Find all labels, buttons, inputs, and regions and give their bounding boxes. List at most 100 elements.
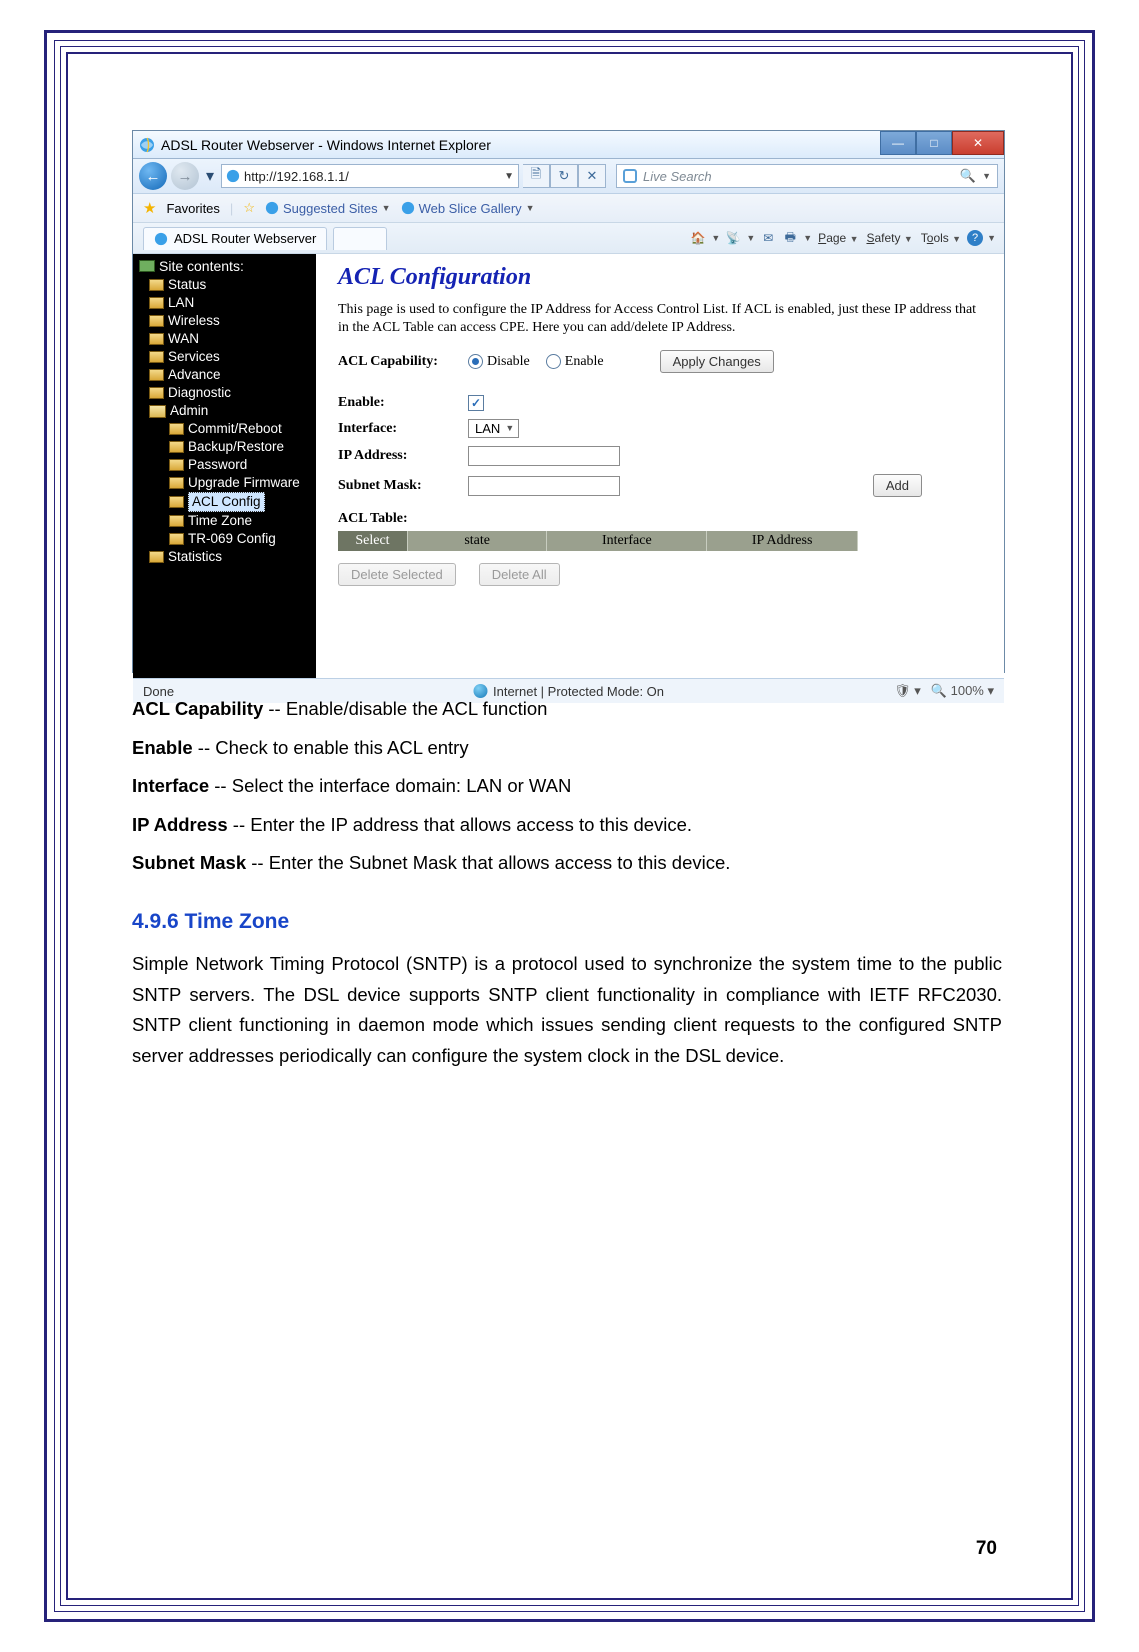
page-description: This page is used to configure the IP Ad… — [338, 301, 982, 336]
search-box[interactable]: Live Search 🔍 ▼ — [616, 164, 998, 188]
window-minimize-button[interactable]: — — [880, 131, 916, 155]
acl-table: Select state Interface IP Address — [338, 531, 858, 551]
sidebar-item-upgrade[interactable]: Upgrade Firmware — [135, 474, 314, 492]
folder-icon — [149, 369, 164, 381]
favorites-bar: ★ Favorites | ☆ Suggested Sites ▼ Web Sl… — [133, 194, 1004, 223]
chevron-down-icon[interactable]: ▼ — [982, 171, 991, 181]
print-icon[interactable]: 🖶 — [781, 229, 799, 247]
folder-icon — [149, 551, 164, 563]
web-slice-link[interactable]: Web Slice Gallery ▼ — [401, 201, 535, 216]
main-panel: ACL Configuration This page is used to c… — [316, 254, 1004, 678]
nav-bar: ← → ▾ http://192.168.1.1/ ▼ 🗎 ↻ ✕ Live S… — [133, 159, 1004, 194]
sidebar-item-aclconfig[interactable]: ACL Config — [135, 492, 314, 512]
folder-icon — [169, 477, 184, 489]
folder-icon — [169, 515, 184, 527]
ip-address-input[interactable] — [468, 446, 620, 466]
sidebar: Site contents: Status LAN Wireless WAN S… — [133, 254, 316, 678]
window-maximize-button[interactable]: □ — [916, 131, 952, 155]
col-ip: IP Address — [707, 531, 858, 551]
bing-icon — [623, 169, 637, 183]
interface-label: Interface: — [338, 421, 468, 437]
ie-icon — [226, 169, 240, 183]
ie-icon — [401, 201, 415, 215]
sidebar-item-lan[interactable]: LAN — [135, 294, 314, 312]
enable-checkbox[interactable]: ✓ — [468, 395, 484, 411]
col-state: state — [407, 531, 546, 551]
tab-title: ADSL Router Webserver — [174, 231, 316, 246]
sidebar-item-admin[interactable]: Admin — [135, 402, 314, 420]
delete-all-button[interactable]: Delete All — [479, 563, 560, 586]
folder-icon — [169, 459, 184, 471]
new-tab-button[interactable] — [333, 227, 387, 250]
folder-icon — [149, 297, 164, 309]
folder-open-icon — [149, 405, 166, 418]
page-heading: ACL Configuration — [338, 264, 982, 291]
search-placeholder: Live Search — [643, 169, 712, 184]
home-icon[interactable]: 🏠 — [689, 229, 707, 247]
nav-forward-button[interactable]: → — [171, 162, 199, 190]
subnet-mask-label: Subnet Mask: — [338, 478, 468, 494]
sidebar-item-statistics[interactable]: Statistics — [135, 548, 314, 566]
folder-icon — [169, 496, 184, 508]
folder-icon — [149, 387, 164, 399]
folder-icon — [169, 533, 184, 545]
apply-changes-button[interactable]: Apply Changes — [660, 350, 774, 373]
folder-icon — [149, 315, 164, 327]
feeds-icon[interactable]: 📡 — [724, 229, 742, 247]
stop-button[interactable]: ✕ — [578, 164, 606, 188]
sidebar-item-diagnostic[interactable]: Diagnostic — [135, 384, 314, 402]
add-button[interactable]: Add — [873, 474, 922, 497]
acl-capability-label: ACL Capability: — [338, 354, 468, 370]
window-title: ADSL Router Webserver - Windows Internet… — [161, 137, 491, 153]
sidebar-item-tr069[interactable]: TR-069 Config — [135, 530, 314, 548]
sidebar-item-wan[interactable]: WAN — [135, 330, 314, 348]
section-body: Simple Network Timing Protocol (SNTP) is… — [132, 949, 1002, 1071]
favorites-label[interactable]: Favorites — [166, 201, 219, 216]
chevron-down-icon[interactable]: ▼ — [504, 171, 514, 182]
page-menu[interactable]: Page ▼ — [816, 231, 860, 245]
compat-view-icon[interactable]: 🗎 — [523, 164, 550, 188]
radio-disable[interactable] — [468, 354, 483, 369]
star-icon[interactable]: ★ — [143, 199, 156, 217]
sidebar-item-timezone[interactable]: Time Zone — [135, 512, 314, 530]
sidebar-item-password[interactable]: Password — [135, 456, 314, 474]
enable-label: Enable: — [338, 395, 468, 411]
screenshot-window: ADSL Router Webserver - Windows Internet… — [132, 130, 1005, 673]
sidebar-item-status[interactable]: Status — [135, 276, 314, 294]
col-select: Select — [338, 531, 407, 551]
folder-icon — [169, 423, 184, 435]
interface-select[interactable]: LAN — [468, 419, 519, 438]
page-number: 70 — [976, 1538, 997, 1560]
folder-icon — [169, 441, 184, 453]
sidebar-item-services[interactable]: Services — [135, 348, 314, 366]
sidebar-item-commit[interactable]: Commit/Reboot — [135, 420, 314, 438]
window-close-button[interactable]: ✕ — [952, 131, 1004, 155]
tab-bar: ADSL Router Webserver 🏠▼ 📡▼ ✉ 🖶▼ Page ▼ … — [133, 223, 1004, 254]
safety-menu[interactable]: Safety ▼ — [864, 231, 914, 245]
ie-icon — [154, 232, 168, 246]
refresh-button[interactable]: ↻ — [550, 164, 578, 188]
ip-address-label: IP Address: — [338, 448, 468, 464]
address-bar[interactable]: http://192.168.1.1/ ▼ — [221, 164, 519, 188]
mail-icon[interactable]: ✉ — [759, 229, 777, 247]
star-icon: ☆ — [243, 200, 255, 216]
nav-history-dropdown[interactable]: ▾ — [203, 166, 217, 186]
section-heading: 4.9.6 Time Zone — [132, 905, 1002, 940]
subnet-mask-input[interactable] — [468, 476, 620, 496]
sidebar-item-wireless[interactable]: Wireless — [135, 312, 314, 330]
radio-enable[interactable] — [546, 354, 561, 369]
sidebar-item-advance[interactable]: Advance — [135, 366, 314, 384]
search-icon[interactable]: 🔍 — [960, 168, 976, 184]
window-titlebar: ADSL Router Webserver - Windows Internet… — [133, 131, 1004, 159]
delete-selected-button[interactable]: Delete Selected — [338, 563, 456, 586]
folder-icon — [149, 279, 164, 291]
tab-active[interactable]: ADSL Router Webserver — [143, 227, 327, 250]
suggested-sites-link[interactable]: Suggested Sites ▼ — [265, 201, 391, 216]
nav-back-button[interactable]: ← — [139, 162, 167, 190]
col-interface: Interface — [547, 531, 707, 551]
folder-icon — [149, 333, 164, 345]
help-icon[interactable]: ? — [967, 230, 983, 246]
sidebar-item-backup[interactable]: Backup/Restore — [135, 438, 314, 456]
tools-menu[interactable]: Tools ▼ — [919, 231, 963, 245]
acl-table-label: ACL Table: — [338, 511, 982, 527]
